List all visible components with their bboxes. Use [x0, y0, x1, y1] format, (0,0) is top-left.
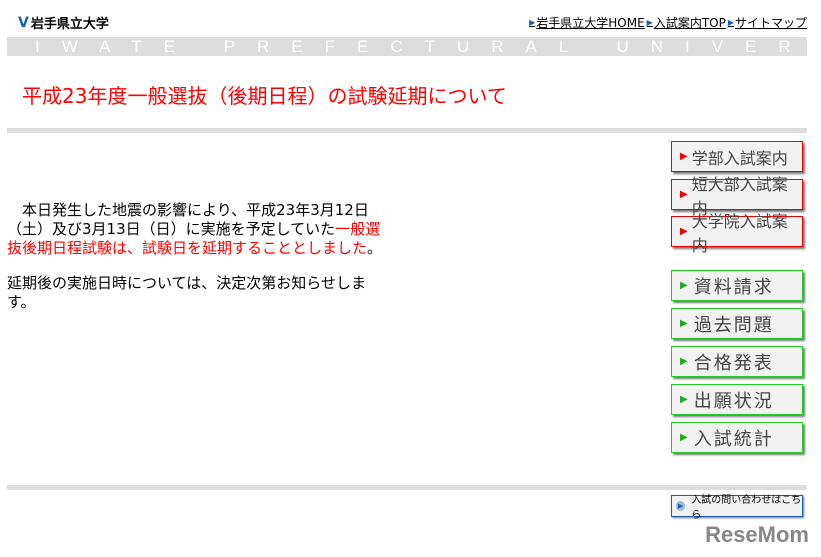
play-icon: ▶ [676, 501, 686, 511]
btn-results[interactable]: ▶ 合格発表 [671, 346, 803, 377]
arrow-icon: ▶ [646, 18, 653, 27]
watermark: ReseMom [705, 522, 809, 547]
link-home[interactable]: ▶ 岩手県立大学HOME [529, 14, 645, 31]
triangle-icon: ▶ [680, 226, 688, 237]
notice-paragraph-1: 本日発生した地震の影響により、平成23年3月12日（土）及び3月13日（日）に実… [7, 201, 383, 257]
notice-body: 本日発生した地震の影響により、平成23年3月12日（土）及び3月13日（日）に実… [7, 201, 387, 328]
btn-junior-college-admissions[interactable]: ▶ 短大部入試案内 [671, 175, 803, 218]
triangle-icon: ▶ [680, 356, 690, 367]
triangle-icon: ▶ [680, 189, 688, 200]
arrow-icon: ▶ [727, 18, 734, 27]
btn-undergrad-admissions[interactable]: ▶ 学部入試案内 [671, 141, 803, 172]
btn-request-materials[interactable]: ▶ 資料請求 [671, 270, 803, 301]
triangle-icon: ▶ [680, 318, 690, 329]
triangle-icon: ▶ [680, 394, 690, 405]
notice-paragraph-2: 延期後の実施日時については、決定次第お知らせします。 [7, 274, 366, 311]
triangle-icon: ▶ [680, 432, 690, 443]
btn-application-status[interactable]: ▶ 出願状況 [671, 384, 803, 415]
btn-past-exams[interactable]: ▶ 過去問題 [671, 308, 803, 339]
triangle-icon: ▶ [680, 280, 690, 291]
divider [7, 485, 807, 490]
arrow-icon: ▶ [529, 18, 536, 27]
link-exam-top[interactable]: ▶ 入試案内TOP [647, 14, 726, 31]
divider [7, 128, 807, 133]
inquiry-button[interactable]: ▶ 入試の問い合わせはこちら [671, 495, 803, 521]
top-links: ▶ 岩手県立大学HOME ▶ 入試案内TOP ▶ サイトマップ [529, 14, 807, 31]
triangle-icon: ▶ [680, 151, 688, 162]
link-sitemap[interactable]: ▶ サイトマップ [728, 14, 807, 31]
page-title: 平成23年度一般選抜（後期日程）の試験延期について [22, 84, 507, 108]
btn-exam-statistics[interactable]: ▶ 入試統計 [671, 422, 803, 453]
logo-mark-icon: V [18, 14, 29, 31]
university-banner: IWATE PREFECTURAL UNIVERSITY [7, 37, 807, 56]
university-logo[interactable]: V 岩手県立大学 [18, 13, 109, 33]
btn-graduate-admissions[interactable]: ▶ 大学院入試案内 [671, 212, 803, 255]
